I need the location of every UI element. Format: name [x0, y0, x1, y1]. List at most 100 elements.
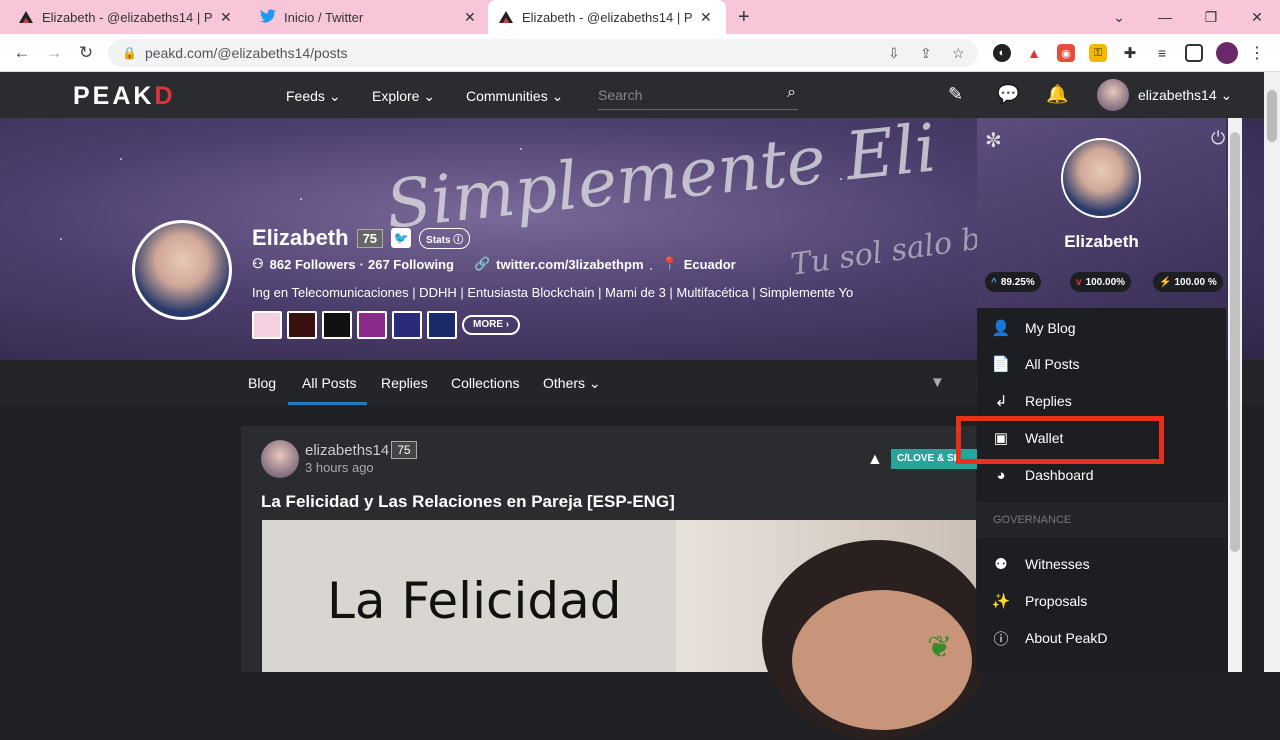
item-label: All Posts [1025, 356, 1080, 372]
browser-tab-strip: Elizabeth - @elizabeths14 | PeakD ✕ Inic… [0, 0, 1280, 34]
close-tab-icon[interactable]: ✕ [220, 9, 232, 26]
item-label: Witnesses [1025, 556, 1090, 572]
search-input[interactable]: Search ⌕ [598, 82, 798, 110]
followers-link[interactable]: 862 Followers [270, 257, 356, 272]
tab-blog[interactable]: Blog [248, 375, 276, 391]
dropdown-witnesses[interactable]: ⚉ Witnesses [977, 546, 1226, 582]
tab-others[interactable]: Others ⌄ [543, 375, 601, 392]
tab-all-posts[interactable]: All Posts [302, 375, 356, 391]
badge-3s-icon[interactable] [392, 311, 422, 339]
power-icon[interactable]: ⏻ [1211, 128, 1225, 149]
upvote-icon: ^ [991, 276, 997, 288]
separator: · [359, 256, 364, 272]
scroll-thumb[interactable] [1267, 90, 1277, 142]
dropdown-my-blog[interactable]: 👤 My Blog [977, 310, 1226, 346]
user-avatar[interactable] [1097, 79, 1129, 111]
peakd-logo[interactable]: PEAKD [73, 82, 176, 111]
chat-icon[interactable]: 💬 [997, 84, 1019, 105]
peakd-mark-icon: ▲ [867, 451, 883, 468]
chevron-down-icon: ⌄ [328, 88, 341, 104]
share-icon[interactable]: ⇪ [920, 45, 932, 62]
bell-icon[interactable]: 🔔 [1046, 84, 1068, 105]
dropdown-all-posts[interactable]: 📄 All Posts [977, 346, 1226, 382]
user-menu-button[interactable]: elizabeths14 ⌄ [1138, 87, 1232, 104]
voting-power-value: 89.25% [1000, 276, 1035, 288]
tab-collections[interactable]: Collections [451, 375, 519, 391]
maximize-button[interactable]: ❐ [1188, 0, 1234, 34]
chevron-down-icon: ⌄ [1220, 87, 1233, 103]
extension-key-icon[interactable]: ⚿ [1089, 44, 1107, 62]
filter-icon[interactable]: ▼ [930, 374, 945, 391]
chevron-down-icon: ⌄ [551, 88, 564, 104]
extension-1-icon[interactable]: ◐ [993, 44, 1011, 62]
peakd-favicon-icon [18, 9, 34, 25]
website-link[interactable]: twitter.com/3lizabethpm [496, 257, 643, 272]
reload-icon[interactable]: ↻ [74, 42, 98, 64]
browser-tab-2[interactable]: Inicio / Twitter ✕ [250, 0, 486, 34]
back-arrow-icon[interactable]: ← [10, 42, 34, 64]
badge-ccc-icon[interactable] [357, 311, 387, 339]
side-panel-icon[interactable] [1185, 44, 1203, 62]
settings-gear-icon[interactable]: ✼ [985, 128, 1002, 153]
badge-6-icon[interactable] [427, 311, 457, 339]
menu-explore[interactable]: Explore ⌄ [372, 88, 435, 105]
author-avatar[interactable] [261, 440, 299, 478]
browser-tab-3[interactable]: Elizabeth - @elizabeths14 | PeakD ✕ [488, 0, 726, 34]
dropdown-about[interactable]: ⓘ About PeakD [977, 620, 1226, 656]
dropdown-proposals[interactable]: ✨ Proposals [977, 583, 1226, 619]
location-pin-icon: 📍 [661, 256, 678, 271]
reply-icon: ↲ [994, 393, 1008, 410]
extension-peakd-icon[interactable]: ▲ [1025, 44, 1043, 62]
extensions-puzzle-icon[interactable]: ✚ [1121, 44, 1139, 62]
lock-icon: 🔒 [122, 46, 137, 60]
menu-feeds[interactable]: Feeds ⌄ [286, 88, 341, 105]
author-reputation: 75 [391, 441, 417, 459]
banner-title: Simplemente Eli [382, 109, 940, 244]
close-tab-icon[interactable]: ✕ [464, 9, 476, 26]
media-control-icon[interactable]: ≡ [1153, 44, 1171, 62]
menu-communities[interactable]: Communities ⌄ [466, 88, 563, 105]
pencil-icon[interactable]: ✎ [948, 84, 963, 105]
downvote-power-value: 100.00% [1085, 276, 1126, 288]
close-window-button[interactable]: ✕ [1234, 0, 1280, 34]
location-text: Ecuador [683, 256, 736, 272]
extension-camera-icon[interactable]: ◉ [1057, 44, 1075, 62]
following-link[interactable]: 267 Following [368, 257, 454, 272]
close-tab-icon[interactable]: ✕ [700, 9, 712, 26]
browser-tab-1[interactable]: Elizabeth - @elizabeths14 | PeakD ✕ [8, 0, 246, 34]
pie-chart-icon: ◕ [996, 466, 1006, 484]
post-title[interactable]: La Felicidad y Las Relaciones en Pareja … [261, 492, 675, 512]
badge-3-icon[interactable] [322, 311, 352, 339]
peakd-header: PEAKD Feeds ⌄ Explore ⌄ Communities ⌄ Se… [0, 72, 1264, 118]
lightning-icon: ⚡ [1159, 276, 1172, 288]
stats-button[interactable]: Stats ⓘ [419, 227, 471, 249]
dropdown-scrollbar[interactable] [1228, 118, 1242, 672]
page-scrollbar[interactable] [1264, 72, 1280, 672]
install-icon[interactable]: ⇩ [888, 45, 900, 62]
user-icon: 👤 [991, 320, 1011, 337]
twitter-icon[interactable]: 🐦 [391, 228, 412, 248]
browser-toolbar: ← → ↻ 🔒 peakd.com/@elizabeths14/posts ⇩ … [0, 34, 1280, 72]
badge-2-icon[interactable] [287, 311, 317, 339]
menu-label: Feeds [286, 88, 325, 104]
resource-credits-value: 100.00 % [1174, 276, 1217, 288]
more-badges-button[interactable]: MORE › [462, 315, 521, 335]
chrome-menu-icon[interactable]: ⋮ [1248, 44, 1266, 62]
forward-arrow-icon[interactable]: → [42, 42, 66, 64]
badge-1-icon[interactable] [252, 311, 282, 339]
bookmark-star-icon[interactable]: ☆ [952, 45, 965, 62]
menu-label: Explore [372, 88, 420, 104]
more-label: MORE [473, 319, 503, 330]
address-bar[interactable]: 🔒 peakd.com/@elizabeths14/posts ⇩ ⇪ ☆ [108, 39, 978, 67]
tab-search-icon[interactable]: ⌄ [1096, 0, 1142, 34]
new-tab-button[interactable]: + [738, 6, 750, 29]
dropdown-avatar[interactable] [1061, 138, 1141, 218]
post-thumbnail[interactable]: La Felicidad ❦ [262, 520, 992, 740]
author-name[interactable]: elizabeths14 [305, 442, 389, 459]
dropdown-replies[interactable]: ↲ Replies [977, 383, 1226, 419]
scroll-thumb[interactable] [1230, 132, 1240, 552]
search-icon[interactable]: ⌕ [787, 84, 796, 102]
tab-replies[interactable]: Replies [381, 375, 428, 391]
minimize-button[interactable]: — [1142, 0, 1188, 34]
chrome-profile-avatar[interactable] [1216, 42, 1238, 64]
